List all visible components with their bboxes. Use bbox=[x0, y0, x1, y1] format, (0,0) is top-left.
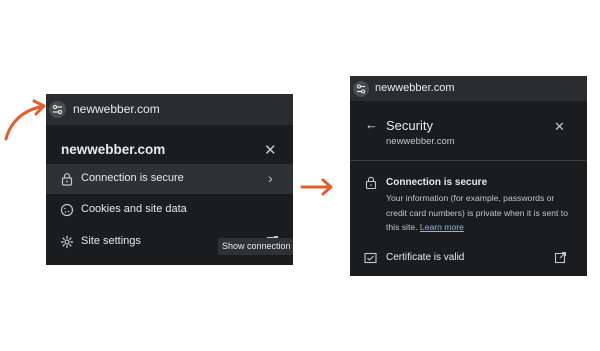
site-info-button[interactable] bbox=[49, 101, 66, 118]
connection-secure-item[interactable]: Connection is secure › bbox=[46, 164, 293, 194]
connection-secure-label: Connection is secure bbox=[81, 172, 184, 184]
connection-description-text: Your information (for example, passwords… bbox=[386, 193, 568, 232]
close-icon[interactable]: ✕ bbox=[554, 120, 565, 133]
tune-icon bbox=[357, 84, 365, 94]
open-external-icon[interactable] bbox=[554, 251, 567, 264]
address-text[interactable]: newwebber.com bbox=[73, 102, 160, 116]
tune-icon bbox=[52, 104, 63, 115]
chevron-right-icon: › bbox=[268, 170, 273, 186]
lock-icon bbox=[365, 176, 377, 189]
certificate-label: Certificate is valid bbox=[386, 252, 465, 263]
connection-description: Your information (for example, passwords… bbox=[386, 191, 572, 235]
popup-title: Security bbox=[386, 118, 433, 133]
divider bbox=[350, 160, 587, 161]
popup-title: newwebber.com bbox=[61, 142, 166, 157]
back-arrow-icon[interactable]: ← bbox=[365, 117, 378, 132]
site-info-button[interactable] bbox=[353, 81, 369, 97]
right-arrow-graphic bbox=[300, 178, 333, 196]
address-bar: newwebber.com bbox=[350, 76, 587, 101]
connection-title: Connection is secure bbox=[386, 177, 488, 188]
cookies-label: Cookies and site data bbox=[81, 203, 187, 215]
tooltip: Show connection details bbox=[218, 238, 293, 255]
lock-icon bbox=[61, 173, 73, 186]
popup-subtitle: newwebber.com bbox=[386, 136, 455, 147]
site-info-popup: newwebber.com ✕ Connection is secure › C… bbox=[46, 125, 293, 265]
learn-more-link[interactable]: Learn more bbox=[420, 222, 464, 232]
close-icon[interactable]: ✕ bbox=[264, 143, 277, 158]
cookie-icon bbox=[60, 203, 74, 217]
address-bar: newwebber.com bbox=[46, 94, 293, 125]
address-text[interactable]: newwebber.com bbox=[375, 82, 455, 94]
security-panel-right: newwebber.com ← Security newwebber.com ✕… bbox=[350, 76, 587, 276]
security-popup: ← Security newwebber.com ✕ Connection is… bbox=[350, 101, 587, 276]
certificate-icon bbox=[364, 252, 377, 264]
settings-icon bbox=[60, 235, 74, 249]
certificate-item[interactable]: Certificate is valid bbox=[350, 244, 587, 274]
cookies-site-data-item[interactable]: Cookies and site data bbox=[46, 195, 293, 225]
site-info-panel-left: newwebber.com newwebber.com ✕ Connection… bbox=[46, 94, 293, 265]
site-settings-label: Site settings bbox=[81, 235, 141, 247]
